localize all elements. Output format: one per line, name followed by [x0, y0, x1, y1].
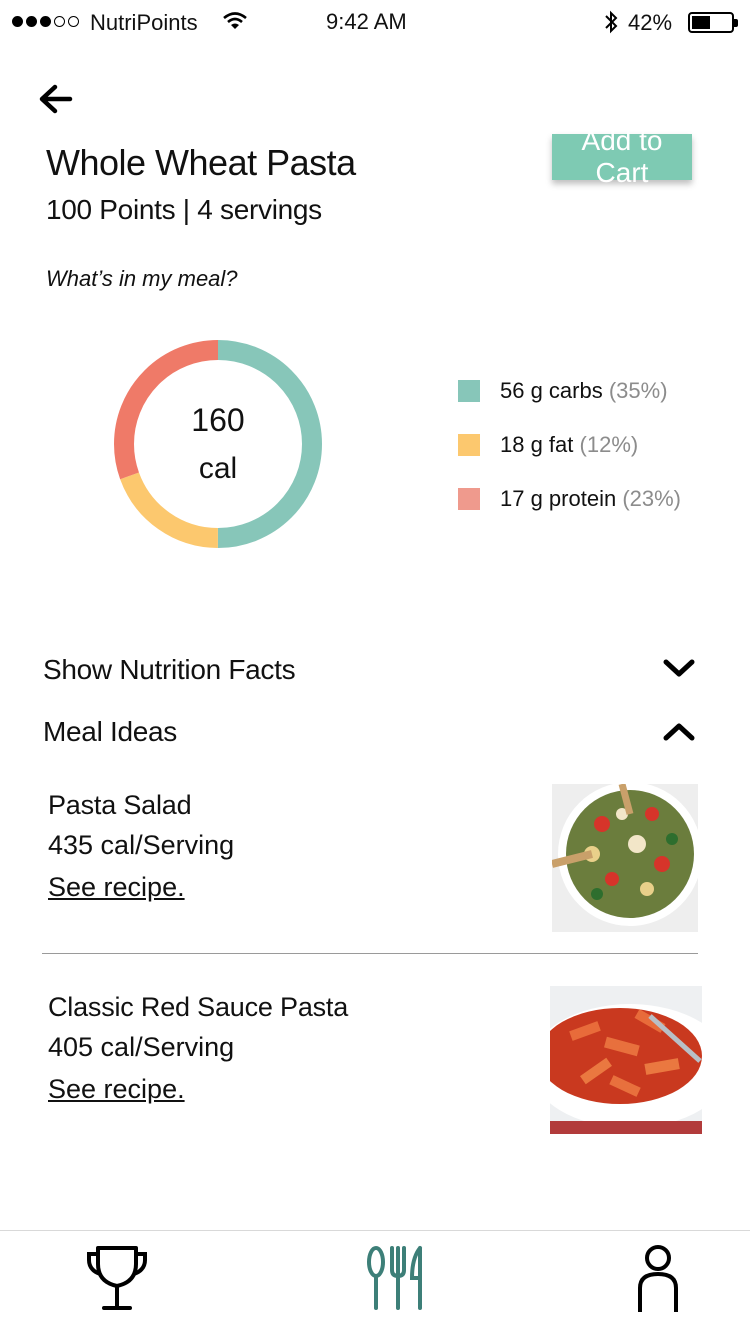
- chevron-down-icon[interactable]: [660, 656, 698, 680]
- add-to-cart-button[interactable]: Add to Cart: [552, 125, 692, 188]
- see-recipe-link[interactable]: See recipe.: [48, 1074, 185, 1105]
- carrier-name: NutriPoints: [90, 10, 198, 35]
- back-arrow-icon[interactable]: [36, 82, 76, 116]
- battery-icon: [688, 12, 738, 33]
- fat-percent: (12%): [579, 432, 639, 457]
- tabbar-divider: [0, 1230, 750, 1231]
- carbs-percent: (35%): [608, 378, 668, 403]
- page-title: Whole Wheat Pasta: [46, 142, 356, 183]
- profile-icon[interactable]: [634, 1244, 682, 1316]
- legend-carbs: 56 g carbs (35%): [458, 378, 668, 404]
- protein-amount: 17 g protein: [500, 486, 617, 511]
- see-recipe-link[interactable]: See recipe.: [48, 872, 185, 903]
- carbs-amount: 56 g carbs: [500, 378, 603, 403]
- status-bar: NutriPoints 9:42 AM 42%: [0, 0, 750, 44]
- calorie-count: 160: [191, 402, 245, 438]
- chevron-up-icon[interactable]: [660, 720, 698, 744]
- signal-strength-icon: [12, 16, 79, 27]
- protein-swatch: [458, 488, 480, 510]
- trophy-icon[interactable]: [86, 1244, 148, 1312]
- legend-fat: 18 g fat (12%): [458, 432, 638, 458]
- meal-idea-calories: 435 cal/Serving: [48, 830, 235, 860]
- meal-ideas-toggle[interactable]: Meal Ideas: [43, 716, 177, 748]
- fat-amount: 18 g fat: [500, 432, 574, 457]
- nutrition-facts-toggle[interactable]: Show Nutrition Facts: [43, 654, 296, 686]
- meal-idea-calories: 405 cal/Serving: [48, 1032, 235, 1062]
- status-time: 9:42 AM: [326, 9, 407, 34]
- meal-divider: [42, 953, 698, 954]
- carbs-swatch: [458, 380, 480, 402]
- utensils-icon[interactable]: [364, 1244, 432, 1312]
- meal-idea-name: Pasta Salad: [48, 790, 192, 820]
- calorie-unit: cal: [198, 452, 238, 485]
- bluetooth-icon: [605, 10, 618, 34]
- points-servings: 100 Points | 4 servings: [46, 194, 322, 225]
- meal-idea-name: Classic Red Sauce Pasta: [48, 992, 349, 1022]
- calorie-donut-chart: [114, 340, 322, 548]
- protein-percent: (23%): [622, 486, 682, 511]
- legend-protein: 17 g protein (23%): [458, 486, 681, 512]
- red-sauce-pasta-image[interactable]: [550, 986, 702, 1134]
- pasta-salad-image[interactable]: [552, 784, 698, 932]
- wifi-icon: [223, 12, 247, 29]
- battery-percent: 42%: [628, 10, 673, 35]
- meal-question: What’s in my meal?: [46, 266, 238, 291]
- fat-swatch: [458, 434, 480, 456]
